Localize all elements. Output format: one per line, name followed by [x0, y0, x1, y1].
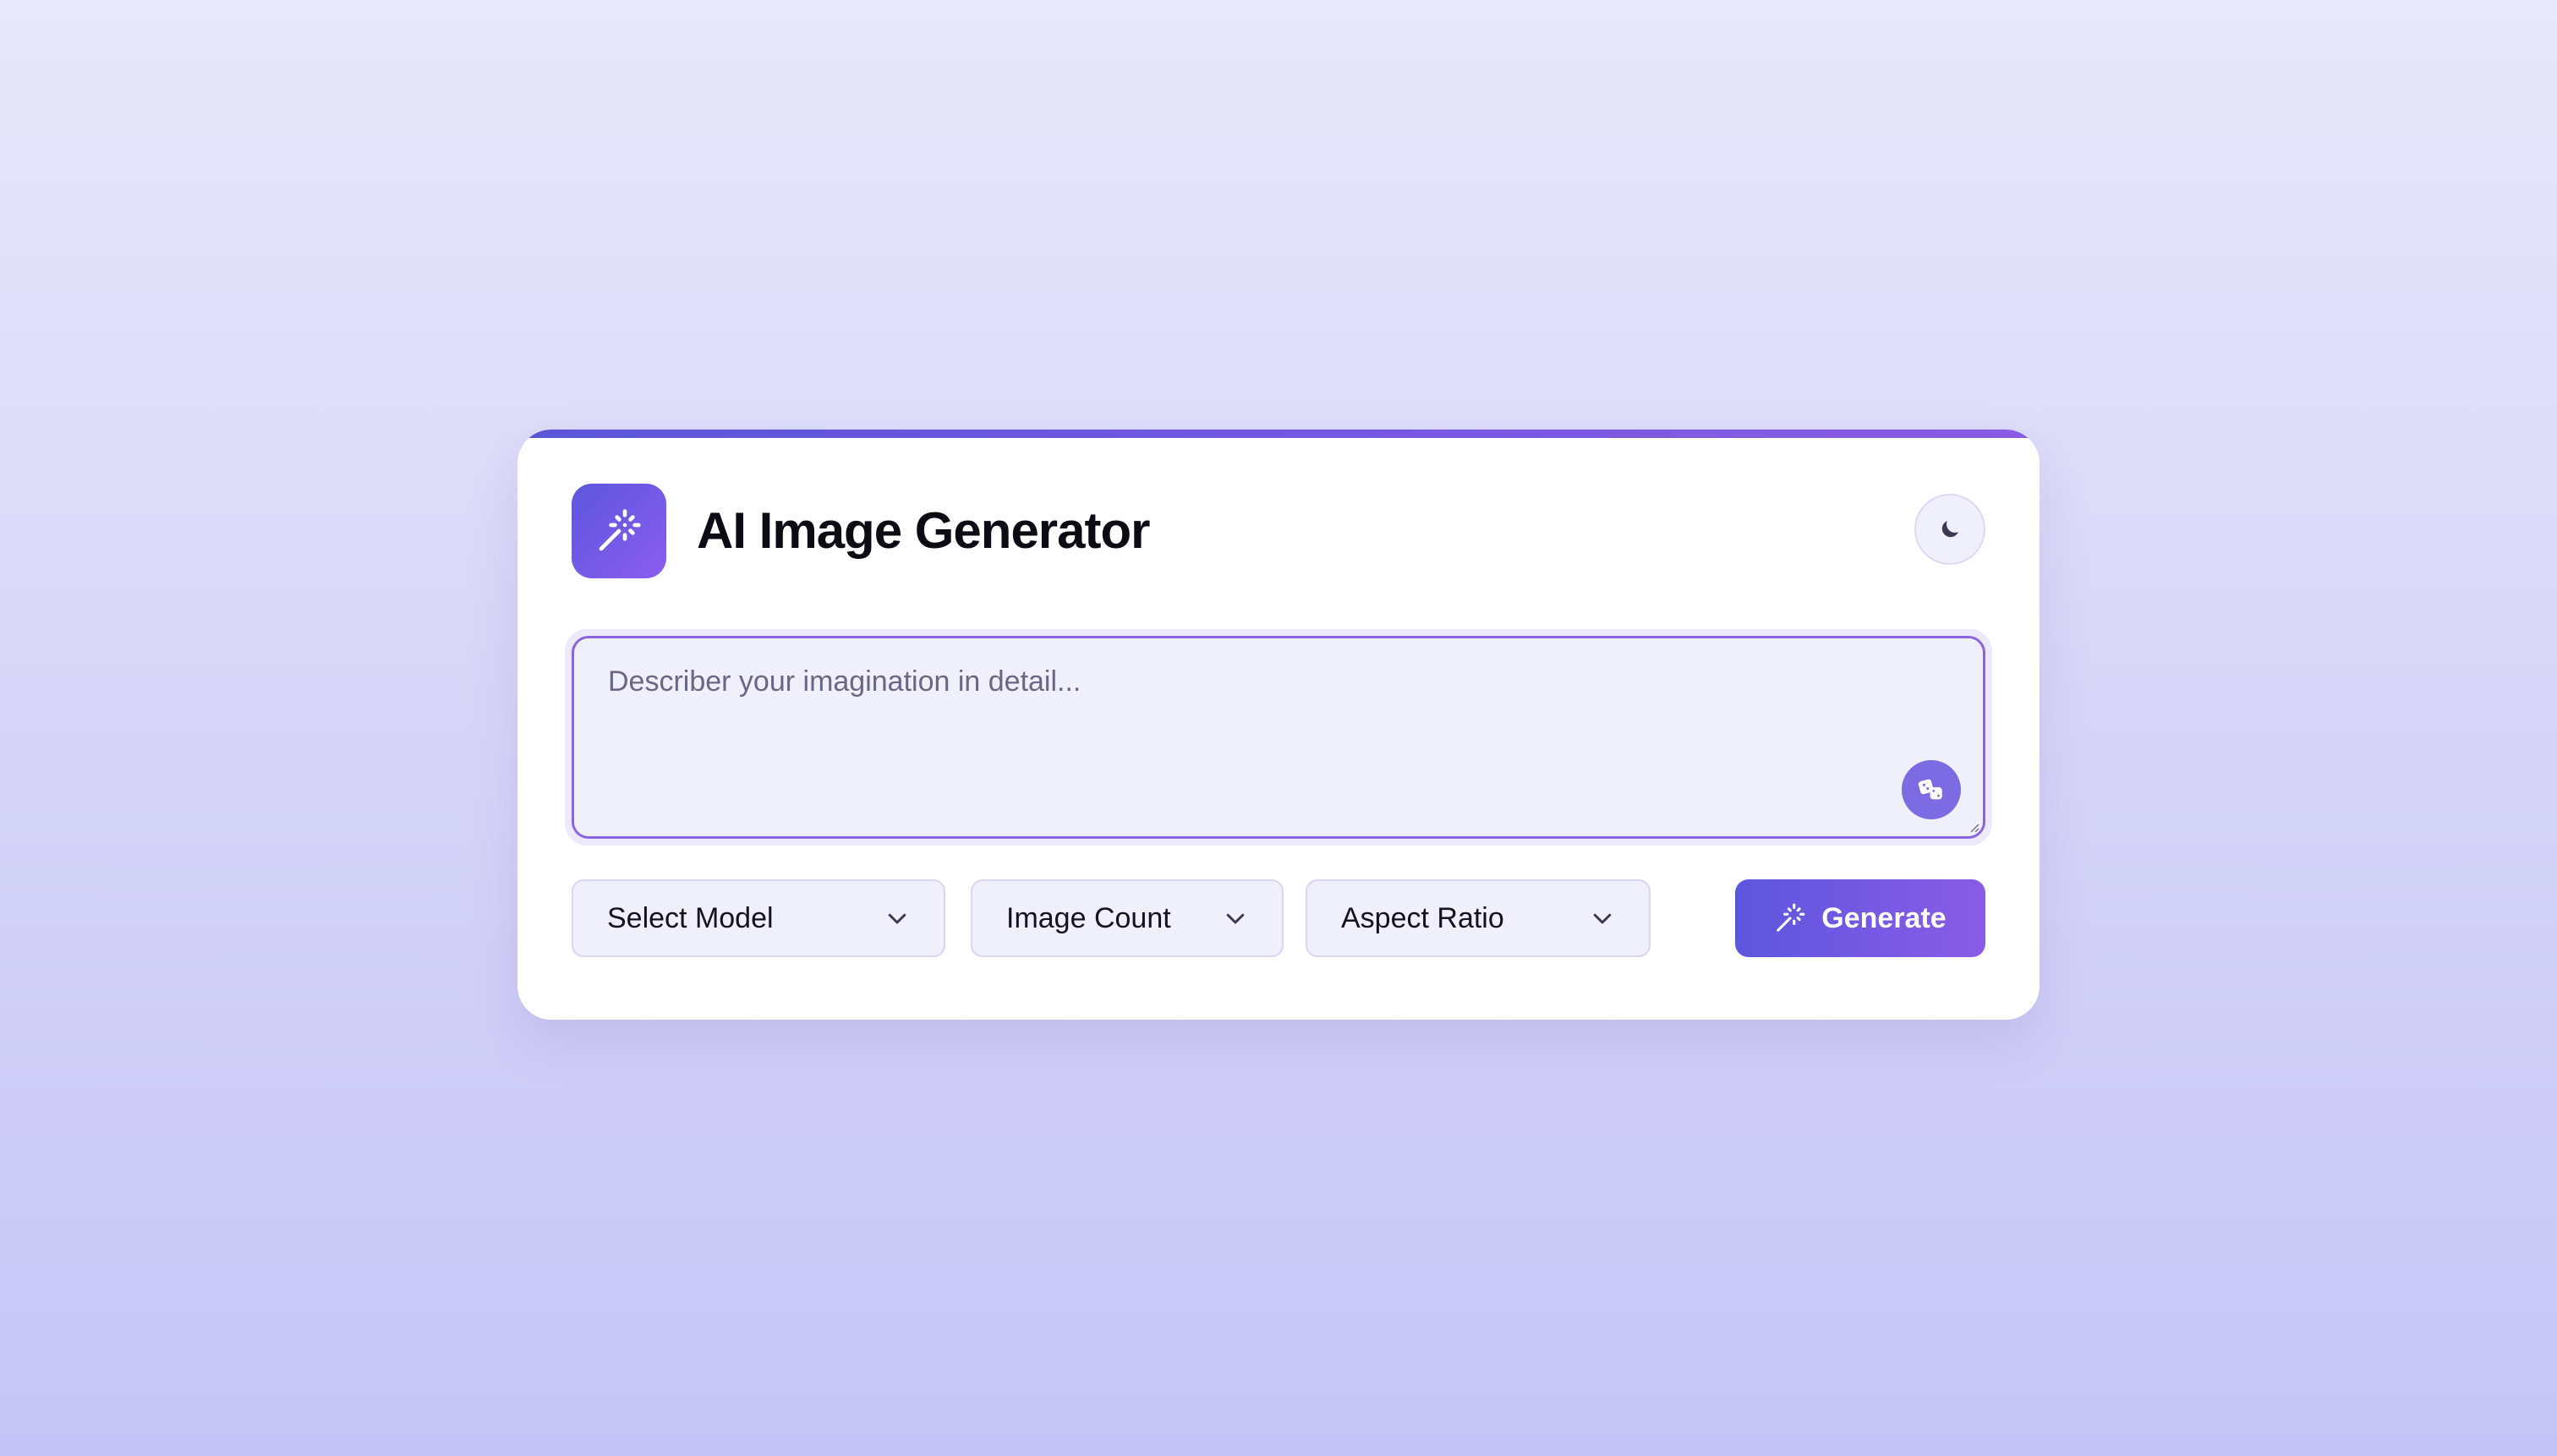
- image-count-select[interactable]: Image Count: [971, 879, 1284, 957]
- chevron-down-icon: [1226, 913, 1245, 924]
- generate-button-label: Generate: [1821, 901, 1946, 934]
- chevron-down-icon: [1593, 913, 1612, 924]
- card-accent-bar: [517, 430, 2040, 438]
- theme-toggle-button[interactable]: [1914, 494, 1985, 565]
- resize-grip-icon[interactable]: [1968, 821, 1979, 833]
- prompt-input[interactable]: [574, 638, 1983, 836]
- model-select-label: Select Model: [607, 901, 774, 934]
- dice-icon: [1918, 779, 1942, 800]
- header: AI Image Generator: [572, 484, 1985, 578]
- page-title: AI Image Generator: [697, 502, 1151, 559]
- controls-row: Select Model Image Count Aspect Ratio Ge…: [572, 879, 1985, 957]
- image-count-select-label: Image Count: [1006, 901, 1171, 934]
- app-logo: [572, 484, 666, 578]
- magic-wand-icon: [599, 509, 641, 551]
- moon-icon: [1941, 521, 1958, 538]
- aspect-ratio-select-label: Aspect Ratio: [1341, 901, 1504, 934]
- chevron-down-icon: [888, 913, 906, 924]
- random-prompt-button[interactable]: [1902, 760, 1961, 819]
- generate-button[interactable]: Generate: [1735, 879, 1985, 957]
- prompt-focus-ring: [565, 629, 1992, 846]
- generator-card: AI Image Generator Describer your imagin…: [517, 430, 2040, 1020]
- aspect-ratio-select[interactable]: Aspect Ratio: [1306, 879, 1651, 957]
- magic-wand-icon: [1777, 903, 1805, 932]
- prompt-field: [572, 636, 1985, 839]
- model-select[interactable]: Select Model: [572, 879, 945, 957]
